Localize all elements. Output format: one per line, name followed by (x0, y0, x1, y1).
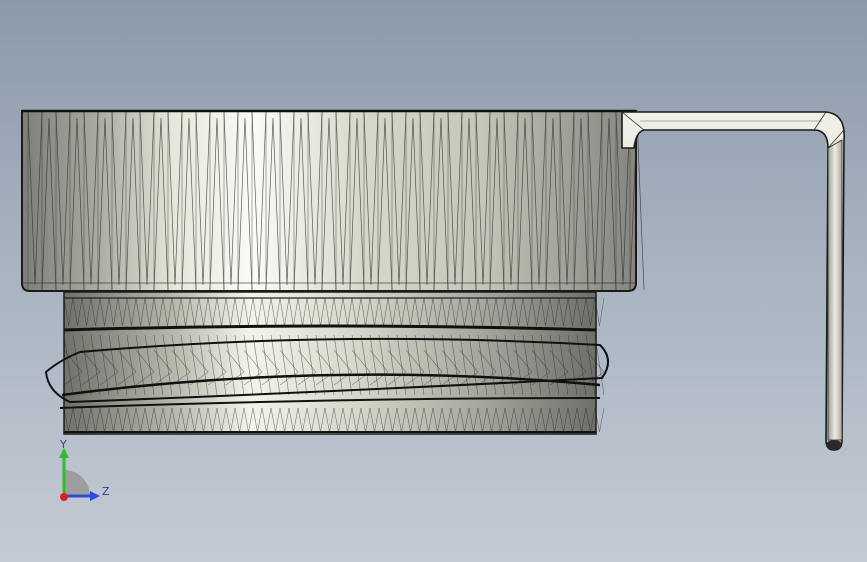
z-axis-label: Z (102, 485, 110, 498)
handle (621, 111, 845, 451)
y-axis-label: Y (60, 438, 67, 451)
x-axis-origin (60, 493, 68, 501)
graphics-viewport[interactable]: Y Z (0, 0, 867, 562)
cap-body (21, 109, 645, 292)
coordinate-triad: Y Z (50, 438, 120, 510)
thread-section (44, 291, 609, 435)
model-view[interactable] (0, 0, 867, 562)
triad-plane-icon (64, 470, 90, 496)
